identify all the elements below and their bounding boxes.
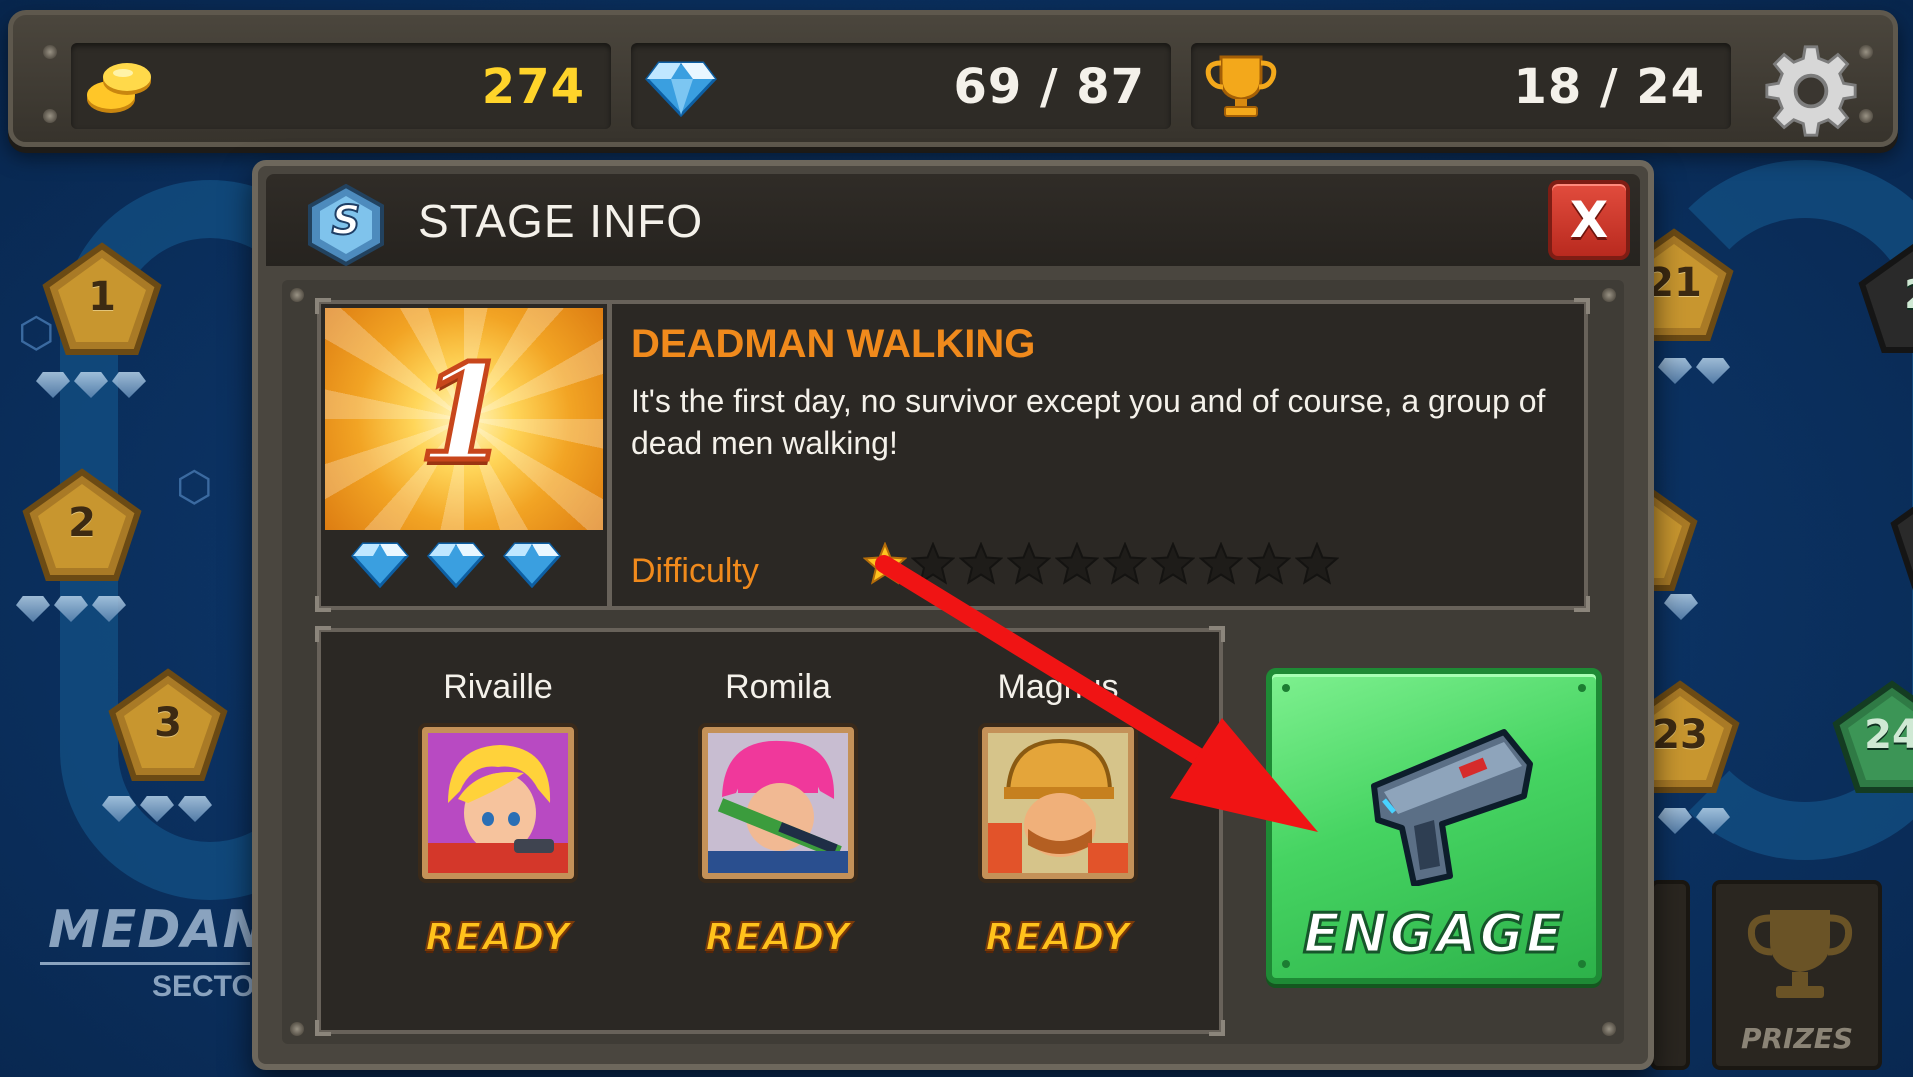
panel-corner (1209, 626, 1225, 642)
panel-corner (315, 1020, 331, 1036)
engage-label: ENGAGE (1302, 901, 1565, 967)
panel-corner (1209, 1020, 1225, 1036)
team-panel: Rivaille READY Romila READY Magnus READY (315, 626, 1225, 1036)
hero-rivaille-icon (428, 733, 568, 873)
star-empty-icon (1151, 542, 1195, 585)
hero-name: Romila (725, 668, 831, 706)
gem-icon (351, 542, 409, 588)
stage-node-gems (16, 596, 126, 622)
stage-node-24[interactable]: 24 (1832, 680, 1913, 796)
coins-counter: 274 (71, 43, 611, 129)
stage-node-locked[interactable]: 2 (1858, 240, 1913, 356)
star-empty-icon (959, 542, 1003, 585)
stage-badge: S (306, 183, 386, 267)
stage-node-gems (1658, 358, 1730, 384)
resource-bar: 274 69 / 87 18 / 24 (8, 10, 1898, 147)
dialog-header: S STAGE INFO X (266, 174, 1640, 267)
hex-outline-icon: ⬡ (176, 462, 213, 511)
coins-value: 274 (481, 59, 585, 115)
gem-icon (503, 542, 561, 588)
trophy-icon (1205, 55, 1277, 117)
hero-card[interactable]: Romila READY (693, 668, 863, 960)
hero-card[interactable]: Magnus READY (973, 668, 1143, 960)
stage-number: 1 (416, 334, 513, 494)
coins-icon (87, 63, 151, 113)
rivet (43, 45, 57, 59)
stage-node-gems (36, 372, 146, 398)
stage-gems (351, 536, 561, 588)
sector-label: SECTO (152, 970, 255, 1003)
dialog-body: 1 DEADMAN WALKING It's the first day, no… (282, 280, 1624, 1044)
dialog-title: STAGE INFO (418, 195, 704, 247)
hero-portrait (702, 727, 854, 879)
panel-corner (1574, 596, 1590, 612)
hero-portrait (982, 727, 1134, 879)
rivet (1602, 1022, 1616, 1036)
hero-portrait (422, 727, 574, 879)
settings-gear-icon[interactable] (1763, 43, 1859, 139)
hero-status: READY (984, 914, 1131, 960)
hero-magnus-icon (988, 733, 1128, 873)
badge-letter: S (331, 197, 362, 245)
stage-node-3[interactable]: 3 (108, 668, 228, 784)
hero-name: Magnus (997, 668, 1119, 706)
rivet (290, 1022, 304, 1036)
gems-value: 69 / 87 (953, 59, 1145, 115)
trophy-icon (1747, 910, 1853, 998)
pistol-icon (1371, 729, 1533, 886)
hero-name: Rivaille (443, 668, 553, 706)
star-empty-icon (1007, 542, 1051, 585)
trophies-value: 18 / 24 (1513, 59, 1705, 115)
gem-icon (645, 61, 717, 118)
area-divider (40, 962, 250, 965)
side-button[interactable] (1650, 880, 1690, 1070)
rivet (1859, 109, 1873, 123)
hero-status: READY (704, 914, 851, 960)
divider (607, 304, 612, 606)
star-empty-icon (1247, 542, 1291, 585)
close-button[interactable]: X (1548, 180, 1630, 260)
star-empty-icon (1199, 542, 1243, 585)
star-empty-icon (911, 542, 955, 585)
stage-thumbnail: 1 (325, 308, 603, 530)
rivet (1602, 288, 1616, 302)
rivet (1859, 45, 1873, 59)
gem-icon (427, 542, 485, 588)
stage-node-locked[interactable]: 2 (1890, 480, 1913, 596)
stage-node-2[interactable]: 2 (22, 468, 142, 584)
star-filled-icon (863, 542, 907, 585)
panel-corner (315, 298, 331, 314)
rivet (290, 288, 304, 302)
prizes-label: PRIZES (1740, 1022, 1854, 1055)
stage-node-gems (102, 796, 212, 822)
hero-card[interactable]: Rivaille READY (413, 668, 583, 960)
stage-info-dialog: S STAGE INFO X 1 DEADMAN WALKING It's th… (252, 160, 1654, 1070)
engage-button[interactable]: ENGAGE (1266, 668, 1602, 984)
gems-counter: 69 / 87 (631, 43, 1171, 129)
stage-node-1[interactable]: 1 (42, 242, 162, 358)
hero-romila-icon (708, 733, 848, 873)
panel-corner (315, 596, 331, 612)
panel-corner (1574, 298, 1590, 314)
difficulty-rating (863, 542, 1339, 586)
difficulty-label: Difficulty (631, 552, 759, 590)
close-icon: X (1569, 191, 1609, 249)
stage-name: DEADMAN WALKING (631, 322, 1036, 366)
stage-node-gems (1664, 594, 1698, 620)
stage-description: It's the first day, no survivor except y… (631, 383, 1546, 461)
star-empty-icon (1055, 542, 1099, 585)
panel-corner (315, 626, 331, 642)
star-empty-icon (1103, 542, 1147, 585)
stage-details-panel: 1 DEADMAN WALKING It's the first day, no… (315, 298, 1590, 612)
rivet (43, 109, 57, 123)
stage-node-gems (1658, 808, 1730, 834)
trophies-counter: 18 / 24 (1191, 43, 1731, 129)
hero-status: READY (424, 914, 571, 960)
star-empty-icon (1295, 542, 1339, 585)
